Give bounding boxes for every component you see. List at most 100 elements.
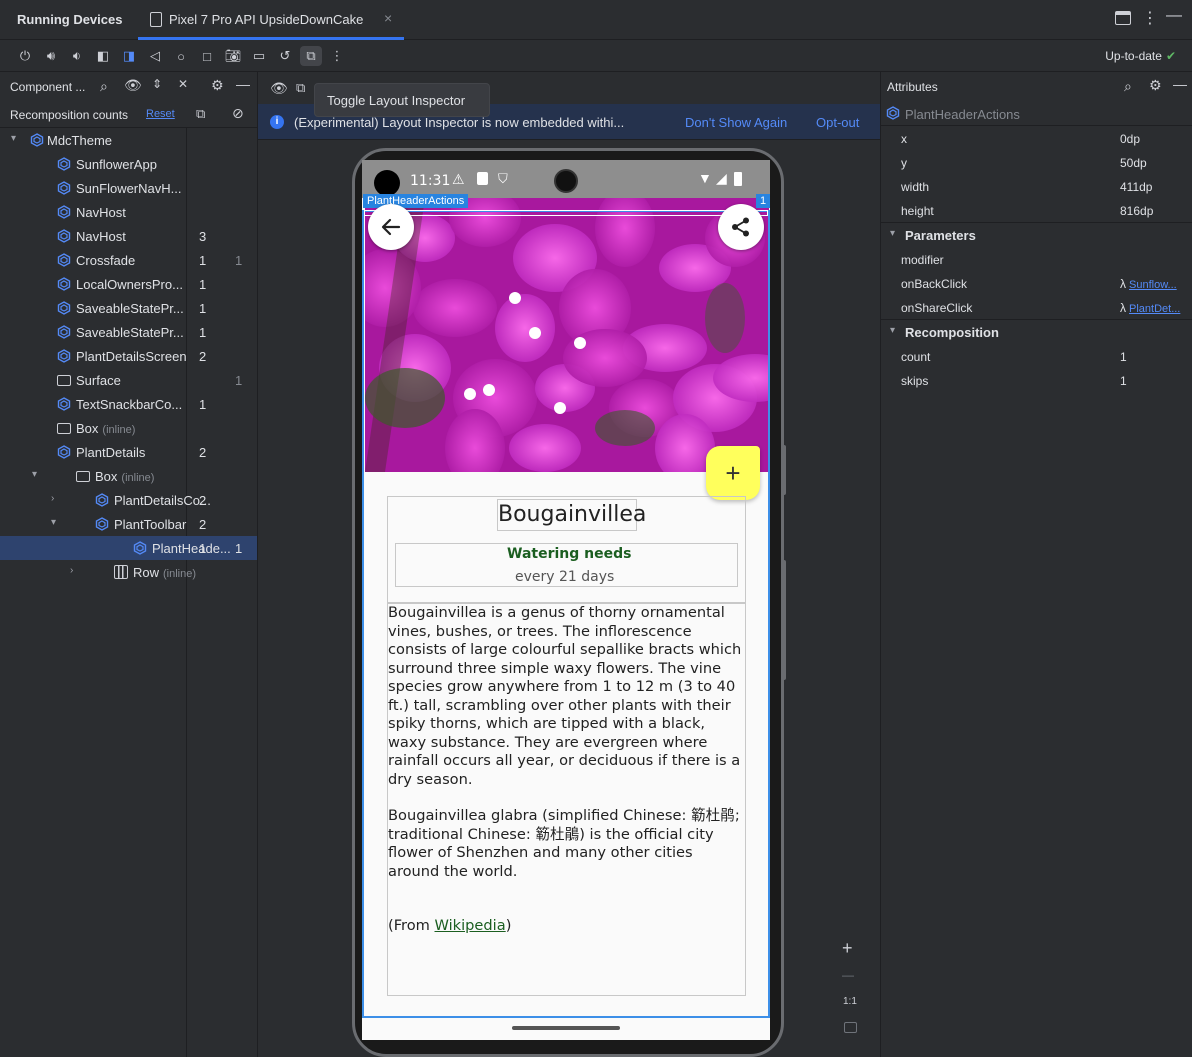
add-plant-fab[interactable]: +	[706, 446, 760, 500]
reset-link[interactable]: Reset	[146, 108, 175, 120]
parameters-section[interactable]: ▾ Parameters	[881, 222, 1192, 246]
tree-node[interactable]: PlantDetails 2	[0, 440, 257, 464]
wikipedia-link[interactable]: Wikipedia	[435, 917, 506, 934]
description-paragraph: Bougainvillea glabra (simplified Chinese…	[388, 807, 740, 880]
shield-icon: ⛉	[498, 171, 508, 186]
tree-node[interactable]: LocalOwnersPro... 1	[0, 272, 257, 296]
dont-show-again-link[interactable]: Don't Show Again	[685, 115, 787, 130]
chevron-down-icon[interactable]: ▾	[890, 325, 895, 336]
attribute-row[interactable]: modifier	[881, 247, 1192, 271]
tree-node[interactable]: ▾ MdcTheme	[0, 128, 257, 152]
back-icon[interactable]: ◁	[144, 46, 166, 66]
zoom-out-button[interactable]: —	[842, 968, 854, 982]
tree-node[interactable]: › Row (inline)	[0, 560, 257, 584]
hide-panel-icon[interactable]: —	[236, 76, 250, 92]
attribute-row[interactable]: skips 1	[881, 368, 1192, 392]
zoom-reset-button[interactable]: 1:1	[843, 996, 857, 1007]
search-icon[interactable]: ⌕	[1124, 78, 1132, 95]
compose-icon	[57, 205, 71, 219]
chevron-down-icon[interactable]: ▾	[32, 469, 44, 480]
eye-icon[interactable]: 👁︎	[270, 80, 288, 97]
attribute-row[interactable]: height 816dp	[881, 198, 1192, 222]
hide-panel-icon[interactable]: —	[1173, 76, 1187, 92]
recomposition-count: 1	[199, 397, 207, 412]
box-icon	[57, 421, 71, 435]
chevron-right-icon[interactable]: ›	[70, 565, 82, 576]
more-options-icon[interactable]: ⋮	[326, 46, 348, 66]
tree-node[interactable]: ▾ PlantToolbar 2	[0, 512, 257, 536]
reset-icon[interactable]: ↺	[274, 46, 296, 66]
tree-node[interactable]: ▾ Box (inline)	[0, 464, 257, 488]
device-tab[interactable]: Pixel 7 Pro API UpsideDownCake ×	[138, 0, 404, 40]
tree-node[interactable]: NavHost	[0, 200, 257, 224]
copy-icon[interactable]: ⧉	[196, 106, 205, 122]
recomposition-count: 2	[199, 349, 207, 364]
tree-node[interactable]: Surface 1	[0, 368, 257, 392]
chevron-right-icon[interactable]: ›	[51, 493, 63, 504]
tree-node[interactable]: SunflowerApp	[0, 152, 257, 176]
chevron-down-icon[interactable]: ▾	[11, 133, 23, 144]
device-screen[interactable]: 11:31 ⚠ ⛉ ▼ ◢ PlantHeaderActions 1 + Bou…	[362, 160, 770, 1040]
volume-up-icon[interactable]: 🔊︎	[40, 46, 62, 66]
tree-node[interactable]: PlantDetailsScreen 2	[0, 344, 257, 368]
attribute-row[interactable]: width 411dp	[881, 174, 1192, 198]
layout-icon[interactable]	[1115, 11, 1131, 25]
tree-node[interactable]: PlantHeade... 1 1	[0, 536, 257, 560]
attribute-row[interactable]: y 50dp	[881, 150, 1192, 174]
layout-inspector-toggle-icon[interactable]: ⧉	[300, 46, 322, 66]
tree-node[interactable]: SunFlowerNavH...	[0, 176, 257, 200]
share-button[interactable]	[718, 204, 764, 250]
attribute-row[interactable]: count 1	[881, 344, 1192, 368]
expand-all-icon[interactable]: ⇕	[152, 77, 162, 91]
tree-node[interactable]: NavHost 3	[0, 224, 257, 248]
attribute-row[interactable]: x 0dp	[881, 126, 1192, 150]
rotate-left-icon[interactable]: ◧	[92, 46, 114, 66]
tree-node[interactable]: Box (inline)	[0, 416, 257, 440]
attribute-row[interactable]: onShareClick λ PlantDet...	[881, 295, 1192, 319]
back-button[interactable]	[368, 204, 414, 250]
box-icon	[57, 373, 71, 387]
status-time: 11:31	[410, 173, 451, 189]
compose-icon	[133, 541, 147, 555]
zoom-in-button[interactable]: +	[842, 938, 853, 959]
opt-out-link[interactable]: Opt-out	[816, 115, 859, 130]
overview-icon[interactable]: □	[196, 46, 218, 66]
screenshot-icon[interactable]: 📷︎	[222, 46, 244, 66]
attribute-value: 411dp	[1120, 180, 1152, 194]
attribute-name: onBackClick	[901, 277, 968, 291]
rotate-right-icon[interactable]: ◨	[118, 46, 140, 66]
tree-node[interactable]: SaveableStatePr... 1	[0, 320, 257, 344]
gear-icon[interactable]: ⚙	[211, 77, 224, 94]
close-tab-icon[interactable]: ×	[384, 10, 392, 26]
attribute-name: width	[901, 180, 930, 194]
disable-icon[interactable]: ⊘	[232, 105, 244, 122]
eye-icon[interactable]: 👁︎	[124, 77, 142, 94]
chevron-down-icon[interactable]: ▾	[51, 517, 63, 528]
gesture-nav-bar[interactable]	[512, 1026, 620, 1030]
minimize-icon[interactable]: —	[1166, 7, 1182, 25]
compose-icon	[57, 277, 71, 291]
source-link[interactable]: PlantDet...	[1129, 303, 1180, 315]
attribute-row[interactable]: onBackClick λ Sunflow...	[881, 271, 1192, 295]
snapshot-icon[interactable]: ⧉	[296, 80, 305, 96]
recomposition-section[interactable]: ▾ Recomposition	[881, 319, 1192, 343]
attribute-value-text: 1	[1120, 350, 1127, 364]
more-vertical-icon[interactable]: ⋮	[1142, 8, 1158, 28]
tree-node[interactable]: Crossfade 1 1	[0, 248, 257, 272]
attribute-value: λ PlantDet...	[1120, 301, 1180, 315]
fit-screen-icon[interactable]	[844, 1022, 857, 1033]
gear-icon[interactable]: ⚙	[1149, 77, 1162, 94]
volume-down-icon[interactable]: 🔉︎	[66, 46, 88, 66]
tree-node[interactable]: › PlantDetailsCo... 2	[0, 488, 257, 512]
chevron-down-icon[interactable]: ▾	[890, 228, 895, 239]
search-icon[interactable]: ⌕	[100, 78, 108, 95]
tree-node-name: PlantDetailsScreen	[76, 349, 187, 364]
screen-record-icon[interactable]: ▭	[248, 46, 270, 66]
collapse-all-icon[interactable]: ✕	[178, 77, 188, 91]
tree-node[interactable]: SaveableStatePr... 1	[0, 296, 257, 320]
home-icon[interactable]: ○	[170, 46, 192, 66]
power-icon[interactable]: ⏻	[14, 46, 36, 66]
tree-node[interactable]: TextSnackbarCo... 1	[0, 392, 257, 416]
attribute-value: 816dp	[1120, 204, 1153, 218]
source-link[interactable]: Sunflow...	[1129, 279, 1177, 291]
